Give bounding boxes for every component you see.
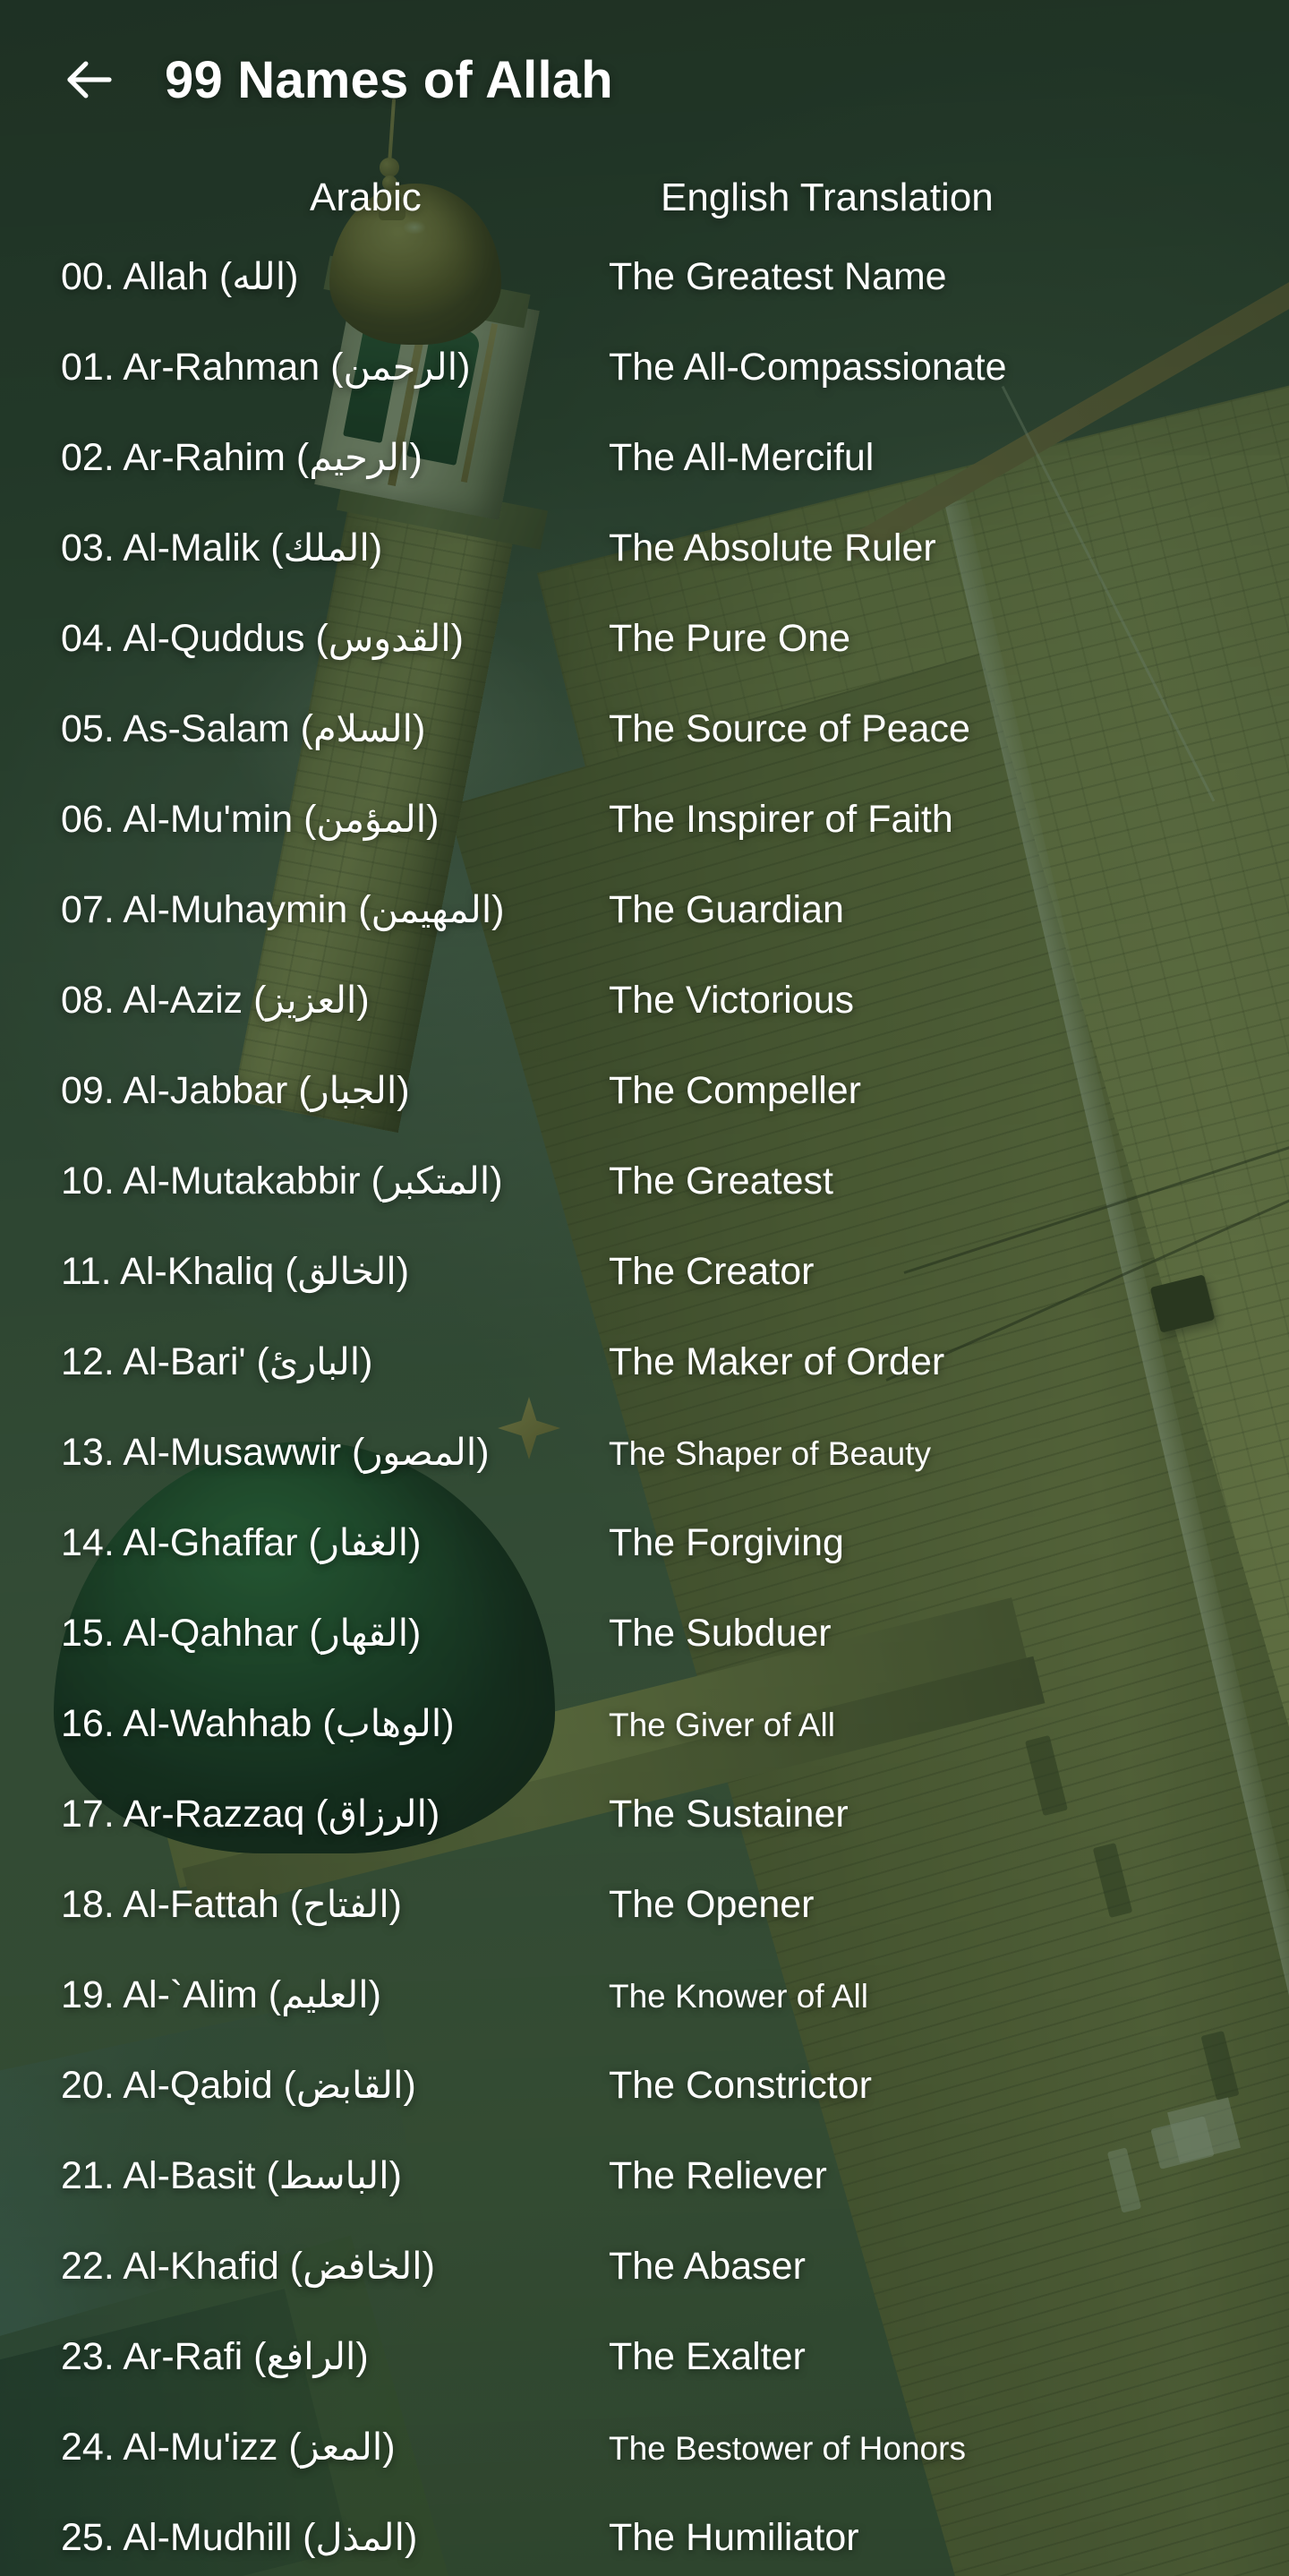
row-arabic-name: 00. Allah (الله) [61, 255, 299, 298]
row-english-translation: The Bestower of Honors [609, 2430, 966, 2467]
row-english-translation: The Abaser [609, 2245, 806, 2288]
table-row[interactable]: 22. Al-Khafid (الخافض) The Abaser [0, 2247, 1289, 2338]
content-overlay: 99 Names of Allah Arabic English Transla… [0, 0, 1289, 2576]
table-row[interactable]: 19. Al-`Alim (العليم) The Knower of All [0, 1976, 1289, 2067]
table-row[interactable]: 12. Al-Bari' (البارئ) The Maker of Order [0, 1343, 1289, 1433]
row-arabic-name: 16. Al-Wahhab (الوهاب) [61, 1702, 455, 1745]
row-english-translation: The Guardian [609, 888, 844, 931]
row-arabic-name: 02. Ar-Rahim (الرحيم) [61, 436, 423, 479]
row-arabic-name: 24. Al-Mu'izz (المعز) [61, 2426, 396, 2469]
row-arabic-name: 19. Al-`Alim (العليم) [61, 1973, 381, 2016]
table-row[interactable]: 01. Ar-Rahman (الرحمن) The All-Compassion… [0, 348, 1289, 439]
table-row[interactable]: 23. Ar-Rafi (الرافع) The Exalter [0, 2338, 1289, 2428]
column-headers: Arabic English Translation [0, 175, 1289, 240]
row-arabic-name: 09. Al-Jabbar (الجبار) [61, 1069, 410, 1112]
table-row[interactable]: 00. Allah (الله) The Greatest Name [0, 258, 1289, 348]
table-row[interactable]: 15. Al-Qahhar (القهار) The Subduer [0, 1614, 1289, 1705]
row-english-translation: The Creator [609, 1250, 815, 1293]
table-row[interactable]: 03. Al-Malik (الملك) The Absolute Ruler [0, 529, 1289, 620]
names-list[interactable]: 00. Allah (الله) The Greatest Name 01. Ar-… [0, 258, 1289, 2576]
row-arabic-name: 06. Al-Mu'min (المؤمن) [61, 798, 440, 841]
row-arabic-name: 07. Al-Muhaymin (المهيمن) [61, 888, 505, 931]
table-row[interactable]: 14. Al-Ghaffar (الغفار) The Forgiving [0, 1524, 1289, 1614]
row-english-translation: The Sustainer [609, 1793, 849, 1836]
row-english-translation: The Shaper of Beauty [609, 1435, 931, 1472]
row-arabic-name: 10. Al-Mutakabbir (المتكبر) [61, 1160, 503, 1202]
row-english-translation: The All-Compassionate [609, 346, 1007, 389]
back-button[interactable] [47, 37, 132, 123]
row-english-translation: The Greatest Name [609, 255, 947, 298]
column-header-arabic: Arabic [310, 175, 422, 219]
table-row[interactable]: 20. Al-Qabid (القابض) The Constrictor [0, 2067, 1289, 2157]
row-english-translation: The Source of Peace [609, 707, 970, 750]
page-title: 99 Names of Allah [165, 50, 613, 109]
table-row[interactable]: 10. Al-Mutakabbir (المتكبر) The Greatest [0, 1162, 1289, 1253]
table-row[interactable]: 11. Al-Khaliq (الخالق) The Creator [0, 1253, 1289, 1343]
table-row[interactable]: 21. Al-Basit (الباسط) The Reliever [0, 2157, 1289, 2247]
row-english-translation: The Greatest [609, 1160, 833, 1202]
row-english-translation: The Compeller [609, 1069, 861, 1112]
table-row[interactable]: 18. Al-Fattah (الفتاح) The Opener [0, 1886, 1289, 1976]
table-row[interactable]: 16. Al-Wahhab (الوهاب) The Giver of All [0, 1705, 1289, 1795]
row-arabic-name: 23. Ar-Rafi (الرافع) [61, 2335, 369, 2378]
row-arabic-name: 22. Al-Khafid (الخافض) [61, 2245, 435, 2288]
row-arabic-name: 01. Ar-Rahman (الرحمن) [61, 346, 471, 389]
row-english-translation: The Exalter [609, 2335, 806, 2378]
row-arabic-name: 08. Al-Aziz (العزيز) [61, 979, 370, 1022]
table-row[interactable]: 02. Ar-Rahim (الرحيم) The All-Merciful [0, 439, 1289, 529]
row-arabic-name: 12. Al-Bari' (البارئ) [61, 1340, 373, 1383]
table-row[interactable]: 25. Al-Mudhill (المذل) The Humiliator [0, 2519, 1289, 2576]
row-arabic-name: 05. As-Salam (السلام) [61, 707, 426, 750]
row-english-translation: The Constrictor [609, 2064, 872, 2107]
row-arabic-name: 17. Ar-Razzaq (الرزاق) [61, 1793, 440, 1836]
row-arabic-name: 25. Al-Mudhill (المذل) [61, 2516, 418, 2559]
row-arabic-name: 15. Al-Qahhar (القهار) [61, 1612, 422, 1655]
row-english-translation: The Forgiving [609, 1521, 844, 1564]
table-row[interactable]: 05. As-Salam (السلام) The Source of Peace [0, 710, 1289, 800]
row-english-translation: The Inspirer of Faith [609, 798, 953, 841]
row-english-translation: The Maker of Order [609, 1340, 945, 1383]
row-arabic-name: 18. Al-Fattah (الفتاح) [61, 1883, 402, 1926]
row-english-translation: The Giver of All [609, 1707, 835, 1743]
row-english-translation: The Opener [609, 1883, 815, 1926]
row-english-translation: The Pure One [609, 617, 851, 660]
row-arabic-name: 11. Al-Khaliq (الخالق) [61, 1250, 410, 1293]
row-english-translation: The Knower of All [609, 1978, 868, 2015]
table-row[interactable]: 08. Al-Aziz (العزيز) The Victorious [0, 981, 1289, 1072]
row-english-translation: The Victorious [609, 979, 855, 1022]
row-arabic-name: 04. Al-Quddus (القدوس) [61, 617, 464, 660]
row-arabic-name: 13. Al-Musawwir (المصور) [61, 1431, 490, 1474]
table-row[interactable]: 13. Al-Musawwir (المصور) The Shaper of Be… [0, 1433, 1289, 1524]
row-arabic-name: 21. Al-Basit (الباسط) [61, 2154, 402, 2197]
table-row[interactable]: 07. Al-Muhaymin (المهيمن) The Guardian [0, 891, 1289, 981]
table-row[interactable]: 06. Al-Mu'min (المؤمن) The Inspirer of Fa… [0, 800, 1289, 891]
table-row[interactable]: 09. Al-Jabbar (الجبار) The Compeller [0, 1072, 1289, 1162]
row-english-translation: The Absolute Ruler [609, 526, 936, 569]
row-english-translation: The Humiliator [609, 2516, 859, 2559]
back-arrow-icon [60, 50, 119, 109]
table-row[interactable]: 04. Al-Quddus (القدوس) The Pure One [0, 620, 1289, 710]
row-arabic-name: 20. Al-Qabid (القابض) [61, 2064, 416, 2107]
row-english-translation: The Subduer [609, 1612, 832, 1655]
app-screen: 99 Names of Allah Arabic English Transla… [0, 0, 1289, 2576]
row-arabic-name: 03. Al-Malik (الملك) [61, 526, 383, 569]
row-english-translation: The All-Merciful [609, 436, 875, 479]
row-english-translation: The Reliever [609, 2154, 827, 2197]
table-row[interactable]: 17. Ar-Razzaq (الرزاق) The Sustainer [0, 1795, 1289, 1886]
column-header-english: English Translation [661, 175, 994, 219]
app-bar: 99 Names of Allah [0, 0, 1289, 159]
table-row[interactable]: 24. Al-Mu'izz (المعز) The Bestower of Hon… [0, 2428, 1289, 2519]
row-arabic-name: 14. Al-Ghaffar (الغفار) [61, 1521, 422, 1564]
